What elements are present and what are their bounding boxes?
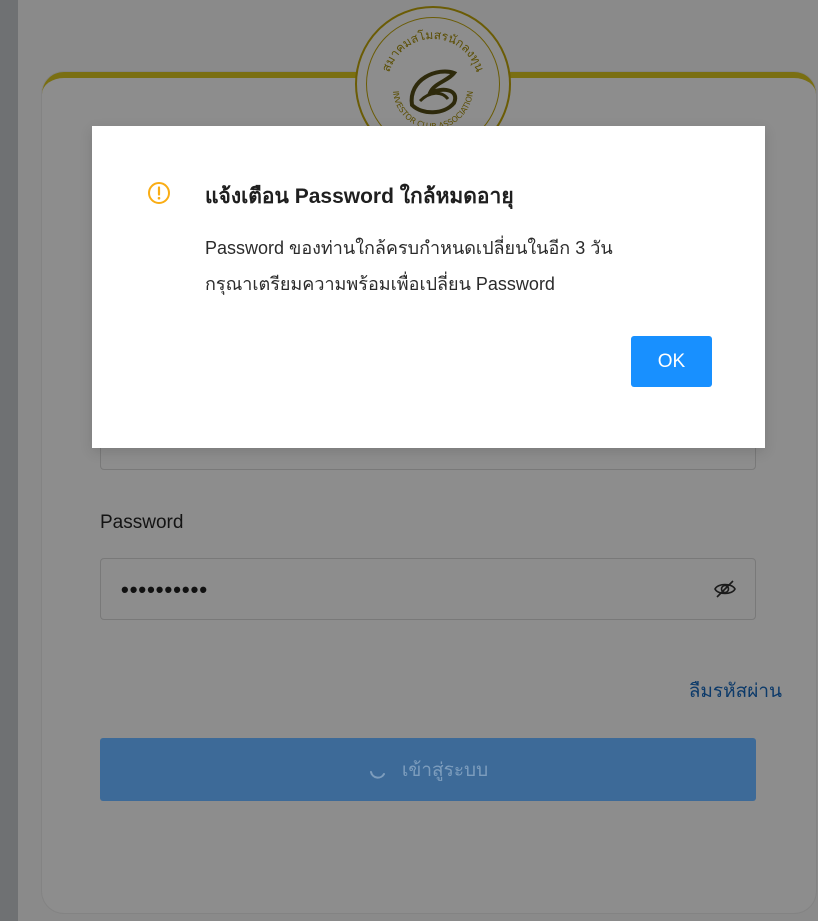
logo-text-top: สมาคมสโมสรนักลงทุน	[379, 28, 487, 74]
password-expiry-modal: แจ้งเตือน Password ใกล้หมดอายุ Password …	[92, 126, 765, 448]
loading-spinner-icon	[369, 770, 385, 779]
left-strip	[0, 0, 18, 921]
eye-invisible-icon[interactable]	[713, 577, 737, 601]
password-value: ••••••••••	[121, 577, 209, 602]
warning-circle-icon	[148, 182, 170, 204]
login-submit-button[interactable]: เข้าสู่ระบบ	[100, 738, 756, 801]
modal-message-line-1: Password ของท่านใกล้ครบกำหนดเปลี่ยนในอีก…	[205, 238, 613, 258]
modal-title: แจ้งเตือน Password ใกล้หมดอายุ	[205, 185, 514, 208]
svg-text:สมาคมสโมสรนักลงทุน: สมาคมสโมสรนักลงทุน	[379, 28, 487, 74]
password-label: Password	[100, 512, 184, 533]
login-submit-label: เข้าสู่ระบบ	[401, 759, 489, 781]
modal-message-line-2: กรุณาเตรียมความพร้อมเพื่อเปลี่ยน Passwor…	[205, 274, 555, 294]
modal-ok-button[interactable]: OK	[631, 336, 712, 387]
password-field[interactable]: ••••••••••	[100, 558, 756, 620]
forgot-password-link[interactable]: ลืมรหัสผ่าน	[689, 676, 782, 706]
